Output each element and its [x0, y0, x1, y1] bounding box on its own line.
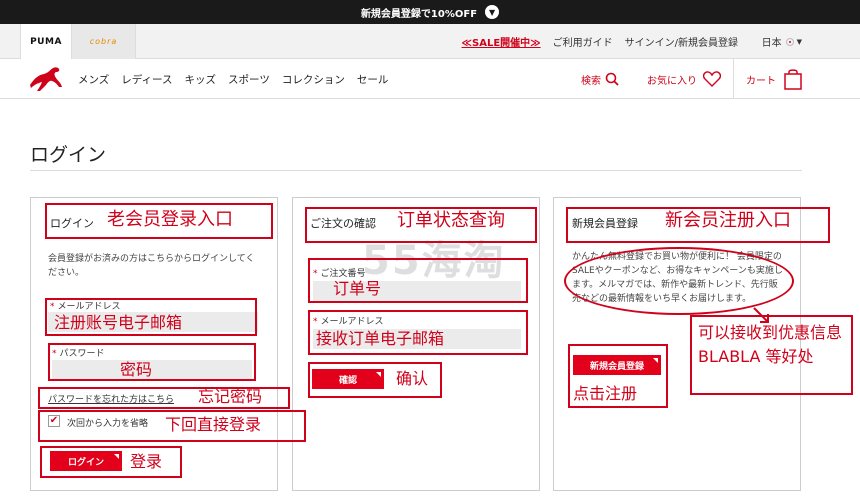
utility-bar: PUMA cobra ≪SALE開催中≫ ご利用ガイド サインイン/新規会員登録…	[0, 24, 860, 59]
favorites-button[interactable]: お気に入り	[647, 59, 734, 99]
signin-link[interactable]: サインイン/新規会員登録	[625, 34, 738, 49]
annotation-ellipse-benefits	[564, 247, 794, 315]
annotation-order-number: 订单号	[333, 279, 382, 298]
annotation-order-status: 订单状态查询	[397, 210, 505, 231]
search-icon	[605, 72, 619, 86]
nav-item-ladies[interactable]: レディース	[121, 72, 172, 87]
annotation-benefits: 可以接收到优惠信息 BLABLA 等好处	[698, 323, 843, 366]
nav-item-mens[interactable]: メンズ	[78, 72, 109, 87]
category-nav: メンズ レディース キッズ スポーツ コレクション セール	[78, 59, 388, 99]
cart-button[interactable]: カート	[734, 68, 802, 90]
nav-item-kids[interactable]: キッズ	[185, 72, 217, 87]
annotation-login: 登录	[130, 452, 163, 471]
annotation-email-account: 注册账号电子邮箱	[54, 313, 183, 332]
sale-link[interactable]: ≪SALE開催中≫	[462, 34, 541, 49]
caret-down-icon: ▼	[796, 37, 802, 46]
utility-links: ≪SALE開催中≫ ご利用ガイド サインイン/新規会員登録	[462, 24, 738, 59]
nav-item-sports[interactable]: スポーツ	[228, 72, 270, 87]
chevron-down-icon[interactable]: ▼	[485, 5, 500, 19]
language-selector[interactable]: 日本 ▼	[762, 24, 802, 59]
main-nav: メンズ レディース キッズ スポーツ コレクション セール 検索 お気に入り カ…	[0, 59, 860, 99]
language-label: 日本	[761, 38, 782, 49]
search-button[interactable]: 検索	[581, 72, 619, 87]
brand-cobra-label: cobra	[89, 37, 118, 46]
brand-tab-puma[interactable]: PUMA	[20, 24, 72, 59]
annotation-order-email: 接收订单电子邮箱	[316, 329, 445, 348]
login-description: 会員登録がお済みの方はこちらからログインしてください。	[48, 254, 255, 278]
nav-item-collection[interactable]: コレクション	[282, 72, 345, 87]
nav-item-sale[interactable]: セール	[357, 72, 389, 87]
nav-actions: 検索 お気に入り カート	[581, 59, 802, 99]
annotation-forgot: 忘记密码	[198, 387, 263, 406]
shopping-bag-icon	[784, 69, 802, 90]
annotation-password: 密码	[120, 360, 153, 379]
promo-text[interactable]: 新規会員登録で10%OFF	[361, 5, 477, 20]
annotation-confirm: 确认	[396, 369, 429, 388]
brand-tab-cobra[interactable]: cobra	[72, 24, 136, 59]
guide-link[interactable]: ご利用ガイド	[553, 34, 613, 49]
promo-bar[interactable]: 新規会員登録で10%OFF ▼	[0, 0, 860, 24]
puma-logo-icon[interactable]	[28, 65, 64, 93]
title-divider	[30, 170, 802, 171]
page-title: ログイン	[30, 144, 107, 166]
japan-flag-icon	[785, 37, 794, 46]
heart-icon	[703, 71, 721, 87]
search-label: 検索	[581, 75, 601, 87]
annotation-remember: 下回直接登录	[165, 415, 262, 434]
cart-label: カート	[746, 75, 776, 87]
annotation-old-member: 老会员登录入口	[107, 209, 233, 230]
annotation-click-register: 点击注册	[573, 384, 638, 403]
brand-puma-label: PUMA	[30, 36, 62, 47]
favorites-label: お気に入り	[647, 75, 697, 87]
annotation-new-member: 新会员注册入口	[665, 210, 791, 231]
